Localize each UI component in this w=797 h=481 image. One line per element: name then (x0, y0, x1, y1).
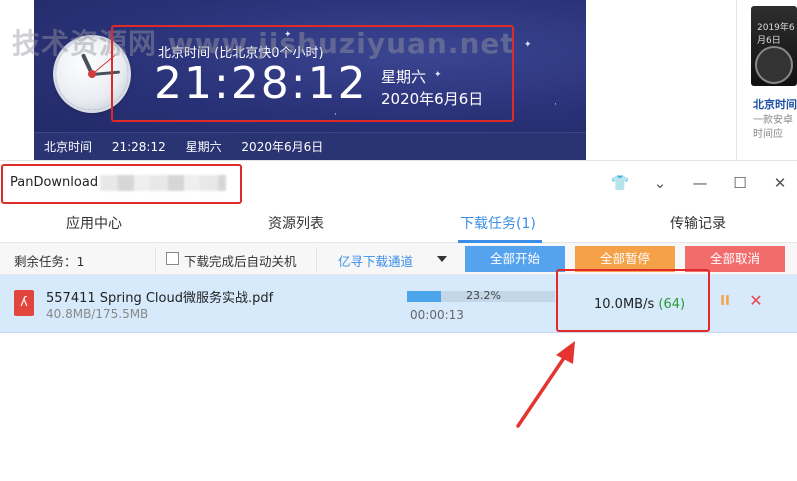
red-arrow-icon (516, 341, 575, 428)
